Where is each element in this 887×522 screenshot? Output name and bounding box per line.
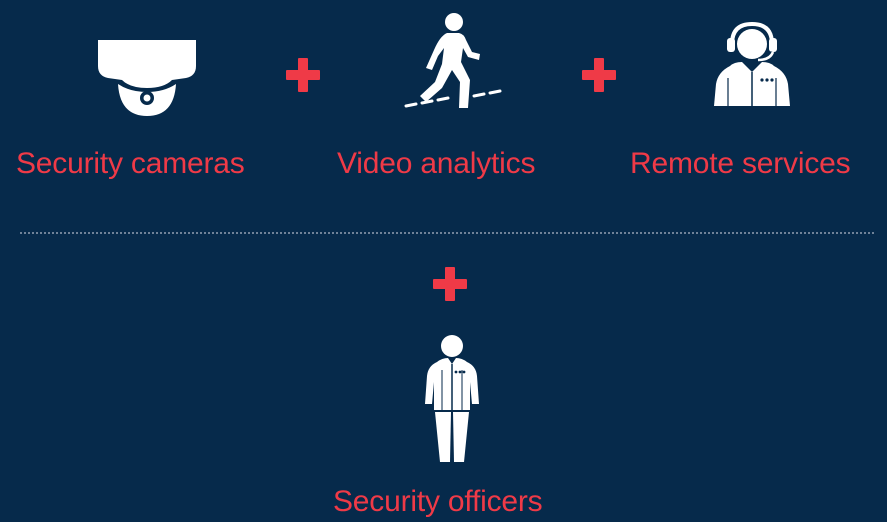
item-label-remote-services: Remote services [630,147,851,180]
dotted-divider [20,232,874,234]
plus-icon [582,58,616,92]
security-camera-icon [94,36,200,118]
plus-icon [433,267,467,301]
plus-icon [286,58,320,92]
item-label-video-analytics: Video analytics [337,147,536,180]
walking-person-icon [402,10,508,110]
security-solution-diagram: Security cameras Video analytics Remote … [0,0,887,522]
security-officer-icon [422,334,482,464]
item-label-security-cameras: Security cameras [16,147,245,180]
headset-operator-icon [712,22,792,108]
item-label-security-officers: Security officers [333,485,543,518]
